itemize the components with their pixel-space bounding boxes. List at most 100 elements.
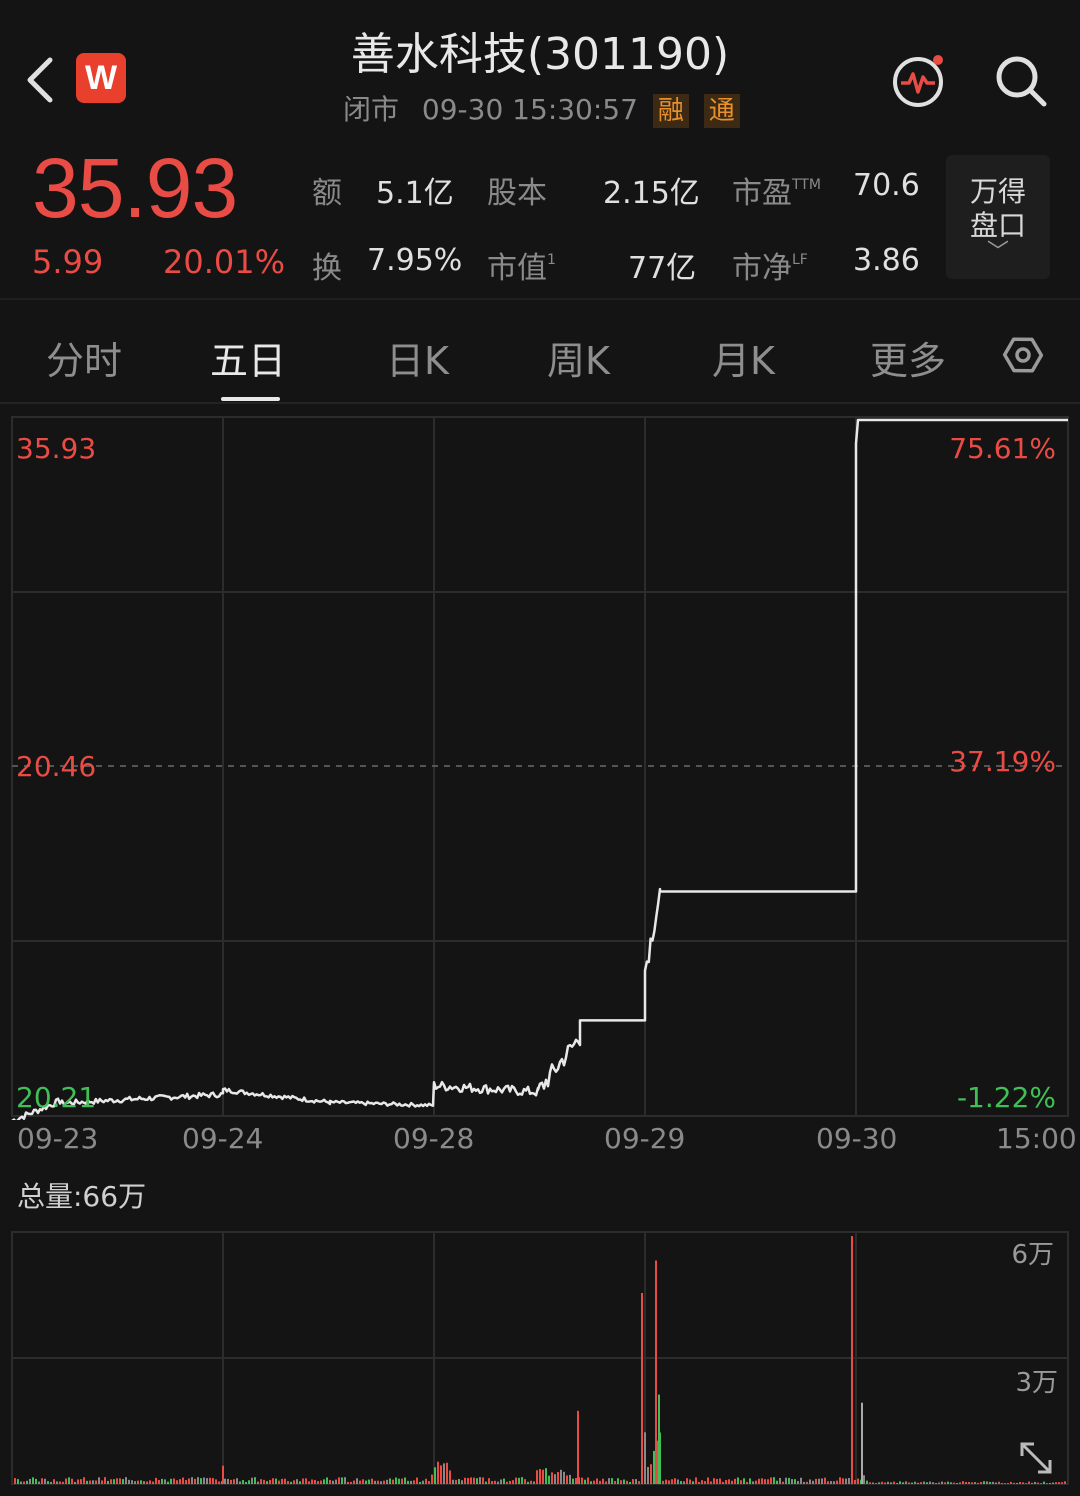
volume-bar xyxy=(266,1481,268,1484)
volume-bar xyxy=(68,1477,70,1484)
volume-bar xyxy=(584,1479,586,1484)
volume-bar xyxy=(689,1479,691,1484)
volume-bar xyxy=(440,1465,442,1484)
volume-bar xyxy=(680,1481,682,1484)
tab-daily-k[interactable]: 日K xyxy=(386,330,449,385)
back-button[interactable] xyxy=(22,52,62,108)
tab-monthly-k[interactable]: 月K xyxy=(712,330,775,385)
volume-bar xyxy=(824,1477,826,1484)
volume-bar xyxy=(674,1478,676,1484)
volume-bar xyxy=(560,1469,562,1484)
volume-bar xyxy=(251,1477,253,1484)
volume-bar xyxy=(1010,1481,1012,1484)
volume-bar xyxy=(575,1478,577,1484)
volume-bar xyxy=(467,1477,469,1484)
volume-bar xyxy=(791,1479,793,1484)
volume-bar xyxy=(302,1478,304,1484)
volume-bar xyxy=(1007,1483,1009,1484)
volume-bar xyxy=(1013,1482,1015,1484)
volume-bar xyxy=(686,1478,688,1484)
volume-bar xyxy=(794,1479,796,1484)
volume-bar xyxy=(71,1478,73,1484)
volume-bar xyxy=(956,1482,958,1484)
volume-bar xyxy=(35,1478,37,1484)
volume-bar xyxy=(278,1480,280,1484)
volume-grid xyxy=(11,1231,1069,1485)
volume-bar xyxy=(731,1480,733,1484)
volume-bar xyxy=(80,1479,82,1484)
volume-bar xyxy=(422,1480,424,1484)
volume-bar xyxy=(836,1480,838,1484)
volume-bar xyxy=(623,1479,625,1484)
volume-bar xyxy=(353,1480,355,1484)
volume-bar xyxy=(635,1479,637,1484)
volume-bar xyxy=(494,1480,496,1484)
volume-bar xyxy=(539,1468,541,1484)
volume-bar xyxy=(83,1477,85,1484)
five-day-price-chart[interactable]: 35.93 20.46 20.21 75.61% 37.19% -1.22% xyxy=(0,404,1080,1120)
volume-bar xyxy=(938,1482,940,1484)
volume-bar xyxy=(577,1410,579,1484)
volume-bar xyxy=(338,1477,340,1484)
pulse-button[interactable] xyxy=(888,50,948,110)
volume-bar xyxy=(119,1478,121,1484)
volume-bar xyxy=(542,1469,544,1484)
pct-min-label: -1.22% xyxy=(957,1081,1056,1114)
volume-bar xyxy=(281,1478,283,1484)
volume-chart[interactable]: 6万 3万 xyxy=(0,1225,1080,1487)
volume-bar xyxy=(980,1481,982,1484)
volume-bar xyxy=(491,1481,493,1484)
volume-bar xyxy=(248,1480,250,1484)
volume-bar xyxy=(1037,1482,1039,1484)
volume-bar xyxy=(203,1477,205,1484)
volume-bar xyxy=(629,1481,631,1484)
price-min-label: 20.21 xyxy=(16,1081,96,1114)
volume-bar xyxy=(602,1478,604,1484)
volume-bar xyxy=(899,1481,901,1484)
volume-bar xyxy=(194,1478,196,1484)
tab-five-day[interactable]: 五日 xyxy=(210,330,286,385)
volume-bar xyxy=(764,1479,766,1484)
volume-bar xyxy=(947,1481,949,1484)
volume-bar xyxy=(272,1478,274,1484)
volume-bar xyxy=(911,1482,913,1484)
volume-bar xyxy=(776,1480,778,1484)
expand-button[interactable] xyxy=(1016,1438,1056,1478)
connect-tag: 通 xyxy=(703,94,740,128)
volume-bar xyxy=(653,1450,655,1484)
volume-bar xyxy=(503,1478,505,1484)
price-change-pct: 20.01% xyxy=(163,243,286,281)
turnover-rate-label: 换 xyxy=(312,251,342,286)
volume-bar xyxy=(779,1477,781,1484)
volume-bar xyxy=(626,1480,628,1484)
volume-bar xyxy=(800,1477,802,1484)
wind-orderbook-button[interactable]: 万得 盘口 ﹀ xyxy=(946,155,1050,279)
volume-bar xyxy=(815,1478,817,1484)
tab-intraday[interactable]: 分时 xyxy=(46,330,122,385)
volume-bar xyxy=(314,1479,316,1484)
volume-bar xyxy=(224,1478,226,1484)
last-price: 35.93 xyxy=(32,141,238,235)
volume-bar xyxy=(644,1432,646,1484)
volume-bar xyxy=(716,1478,718,1484)
volume-bar xyxy=(569,1474,571,1484)
volume-bar xyxy=(149,1480,151,1484)
volume-bar xyxy=(143,1481,145,1484)
volume-bar xyxy=(923,1481,925,1484)
volume-bar xyxy=(830,1481,832,1484)
volume-bar xyxy=(761,1478,763,1484)
tab-more[interactable]: 更多 xyxy=(870,330,946,385)
tab-weekly-k[interactable]: 周K xyxy=(547,330,610,385)
chart-settings-button[interactable] xyxy=(1002,334,1044,376)
volume-bar xyxy=(896,1483,898,1484)
volume-bar xyxy=(524,1479,526,1484)
volume-bar xyxy=(848,1477,850,1484)
volume-bar xyxy=(362,1479,364,1484)
volume-bar xyxy=(536,1470,538,1484)
volume-bar xyxy=(500,1479,502,1484)
divider xyxy=(0,298,1080,300)
volume-bar xyxy=(752,1481,754,1484)
active-tab-indicator xyxy=(221,397,280,401)
search-button[interactable] xyxy=(990,50,1052,112)
volume-bar xyxy=(611,1478,613,1484)
